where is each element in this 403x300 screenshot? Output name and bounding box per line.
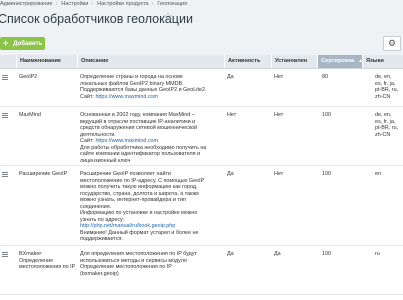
column-header-installed[interactable]: Установлен bbox=[271, 55, 317, 68]
language-line: en bbox=[375, 171, 381, 177]
row-description: Определение страны и города на основе ло… bbox=[80, 74, 224, 100]
chevron-right-icon: › bbox=[151, 1, 154, 7]
row-installed: Нет bbox=[274, 74, 284, 80]
row-name: Расширение GeoIP bbox=[19, 171, 68, 177]
plus-icon: + bbox=[3, 38, 9, 48]
row-languages: ru bbox=[375, 251, 403, 258]
row-active: Нет bbox=[227, 112, 237, 118]
breadcrumb-item[interactable]: Администрирование bbox=[0, 1, 52, 7]
row-installed: Нет bbox=[274, 171, 284, 177]
column-header-languages[interactable]: Языки bbox=[362, 55, 403, 68]
table-row[interactable]: Расширение GeoIP Расширение GeoIP позвол… bbox=[0, 166, 403, 246]
breadcrumb-item[interactable]: Настройки bbox=[61, 1, 88, 7]
row-menu-icon[interactable] bbox=[2, 113, 8, 120]
row-sort: 100 bbox=[322, 112, 331, 118]
add-button[interactable]: + Добавить bbox=[0, 37, 45, 50]
settings-button[interactable]: ⚙ bbox=[383, 36, 401, 51]
description-line: поддерживается. bbox=[80, 236, 123, 242]
description-line: (bxmaker.geoip) bbox=[80, 270, 119, 277]
site-link[interactable]: https://www.maxmind.com bbox=[95, 94, 158, 100]
row-menu-icon[interactable] bbox=[2, 75, 8, 82]
breadcrumb-item[interactable]: Настройки продукта bbox=[97, 1, 148, 7]
language-line: zh-CN bbox=[375, 93, 391, 100]
row-description: Расширение GeoIP позволяет найти местопо… bbox=[80, 171, 224, 243]
table-header: Наименование Описание Активность Установ… bbox=[0, 55, 403, 69]
chevron-right-icon: › bbox=[55, 1, 58, 7]
language-line: ru bbox=[375, 251, 380, 257]
row-description: Основанная в 2002 году, компания MaxMind… bbox=[80, 112, 224, 164]
row-languages: en bbox=[375, 171, 403, 178]
site-line: Сайт: https://www.maxmind.com bbox=[80, 94, 224, 101]
row-sort: 100 bbox=[322, 171, 331, 177]
table-row[interactable]: MaxMind Основанная в 2002 году, компания… bbox=[0, 107, 403, 166]
table-row[interactable]: BXmaker: Определение местоположения по I… bbox=[0, 246, 403, 295]
gear-icon: ⚙ bbox=[387, 38, 397, 48]
row-sort: 80 bbox=[322, 74, 328, 80]
column-header-active[interactable]: Активность bbox=[224, 55, 271, 68]
row-name: MaxMind bbox=[19, 112, 41, 118]
row-name: BXmaker: Определение местоположения по I… bbox=[19, 251, 76, 270]
site-label: Сайт: bbox=[80, 93, 94, 100]
row-active: Да bbox=[227, 251, 234, 257]
column-header-name[interactable]: Наименование bbox=[16, 55, 77, 68]
row-languages: de, en, es, fr, ja, pt-BR, ru, zh-CN bbox=[375, 112, 403, 138]
column-header-description[interactable]: Описание bbox=[77, 55, 224, 68]
breadcrumb: Администрирование › Настройки › Настройки пр… bbox=[0, 1, 187, 7]
column-header-sort-label: Сортировка bbox=[321, 58, 355, 64]
description-line: лицензионный ключ bbox=[80, 157, 131, 164]
row-languages: de, en, es, fr, ja, pt-BR, ru, zh-CN bbox=[375, 74, 403, 100]
row-menu-icon[interactable] bbox=[2, 172, 8, 179]
row-installed: Да bbox=[274, 251, 281, 257]
row-sort: 100 bbox=[322, 251, 331, 257]
table-row[interactable]: GeoIP2 Определение страны и города на ос… bbox=[0, 69, 403, 107]
column-header-sort[interactable]: Сортировка ▲ bbox=[317, 55, 363, 68]
row-menu-icon[interactable] bbox=[2, 252, 8, 259]
add-button-label: Добавить bbox=[13, 40, 43, 47]
language-line: zh-CN bbox=[375, 131, 391, 138]
star-icon[interactable]: ☆ bbox=[163, 12, 173, 23]
header-actions-column bbox=[0, 55, 16, 68]
row-description: Для определения местоположения по IP буд… bbox=[80, 251, 224, 277]
site-label: Сайт: bbox=[80, 138, 94, 144]
row-name: GeoIP2 bbox=[19, 74, 38, 80]
handlers-table: Наименование Описание Активность Установ… bbox=[0, 55, 403, 300]
breadcrumb-item[interactable]: Геолокация bbox=[157, 1, 187, 7]
row-installed: Нет bbox=[274, 112, 284, 118]
row-active: Да bbox=[227, 74, 234, 80]
geoip-docs-link[interactable]: http://php.net/manual/ru/book.geoip.php bbox=[80, 223, 175, 229]
chevron-right-icon: › bbox=[91, 1, 94, 7]
site-link[interactable]: https://www.maxmind.com bbox=[95, 138, 158, 144]
row-active: Да bbox=[227, 171, 234, 177]
